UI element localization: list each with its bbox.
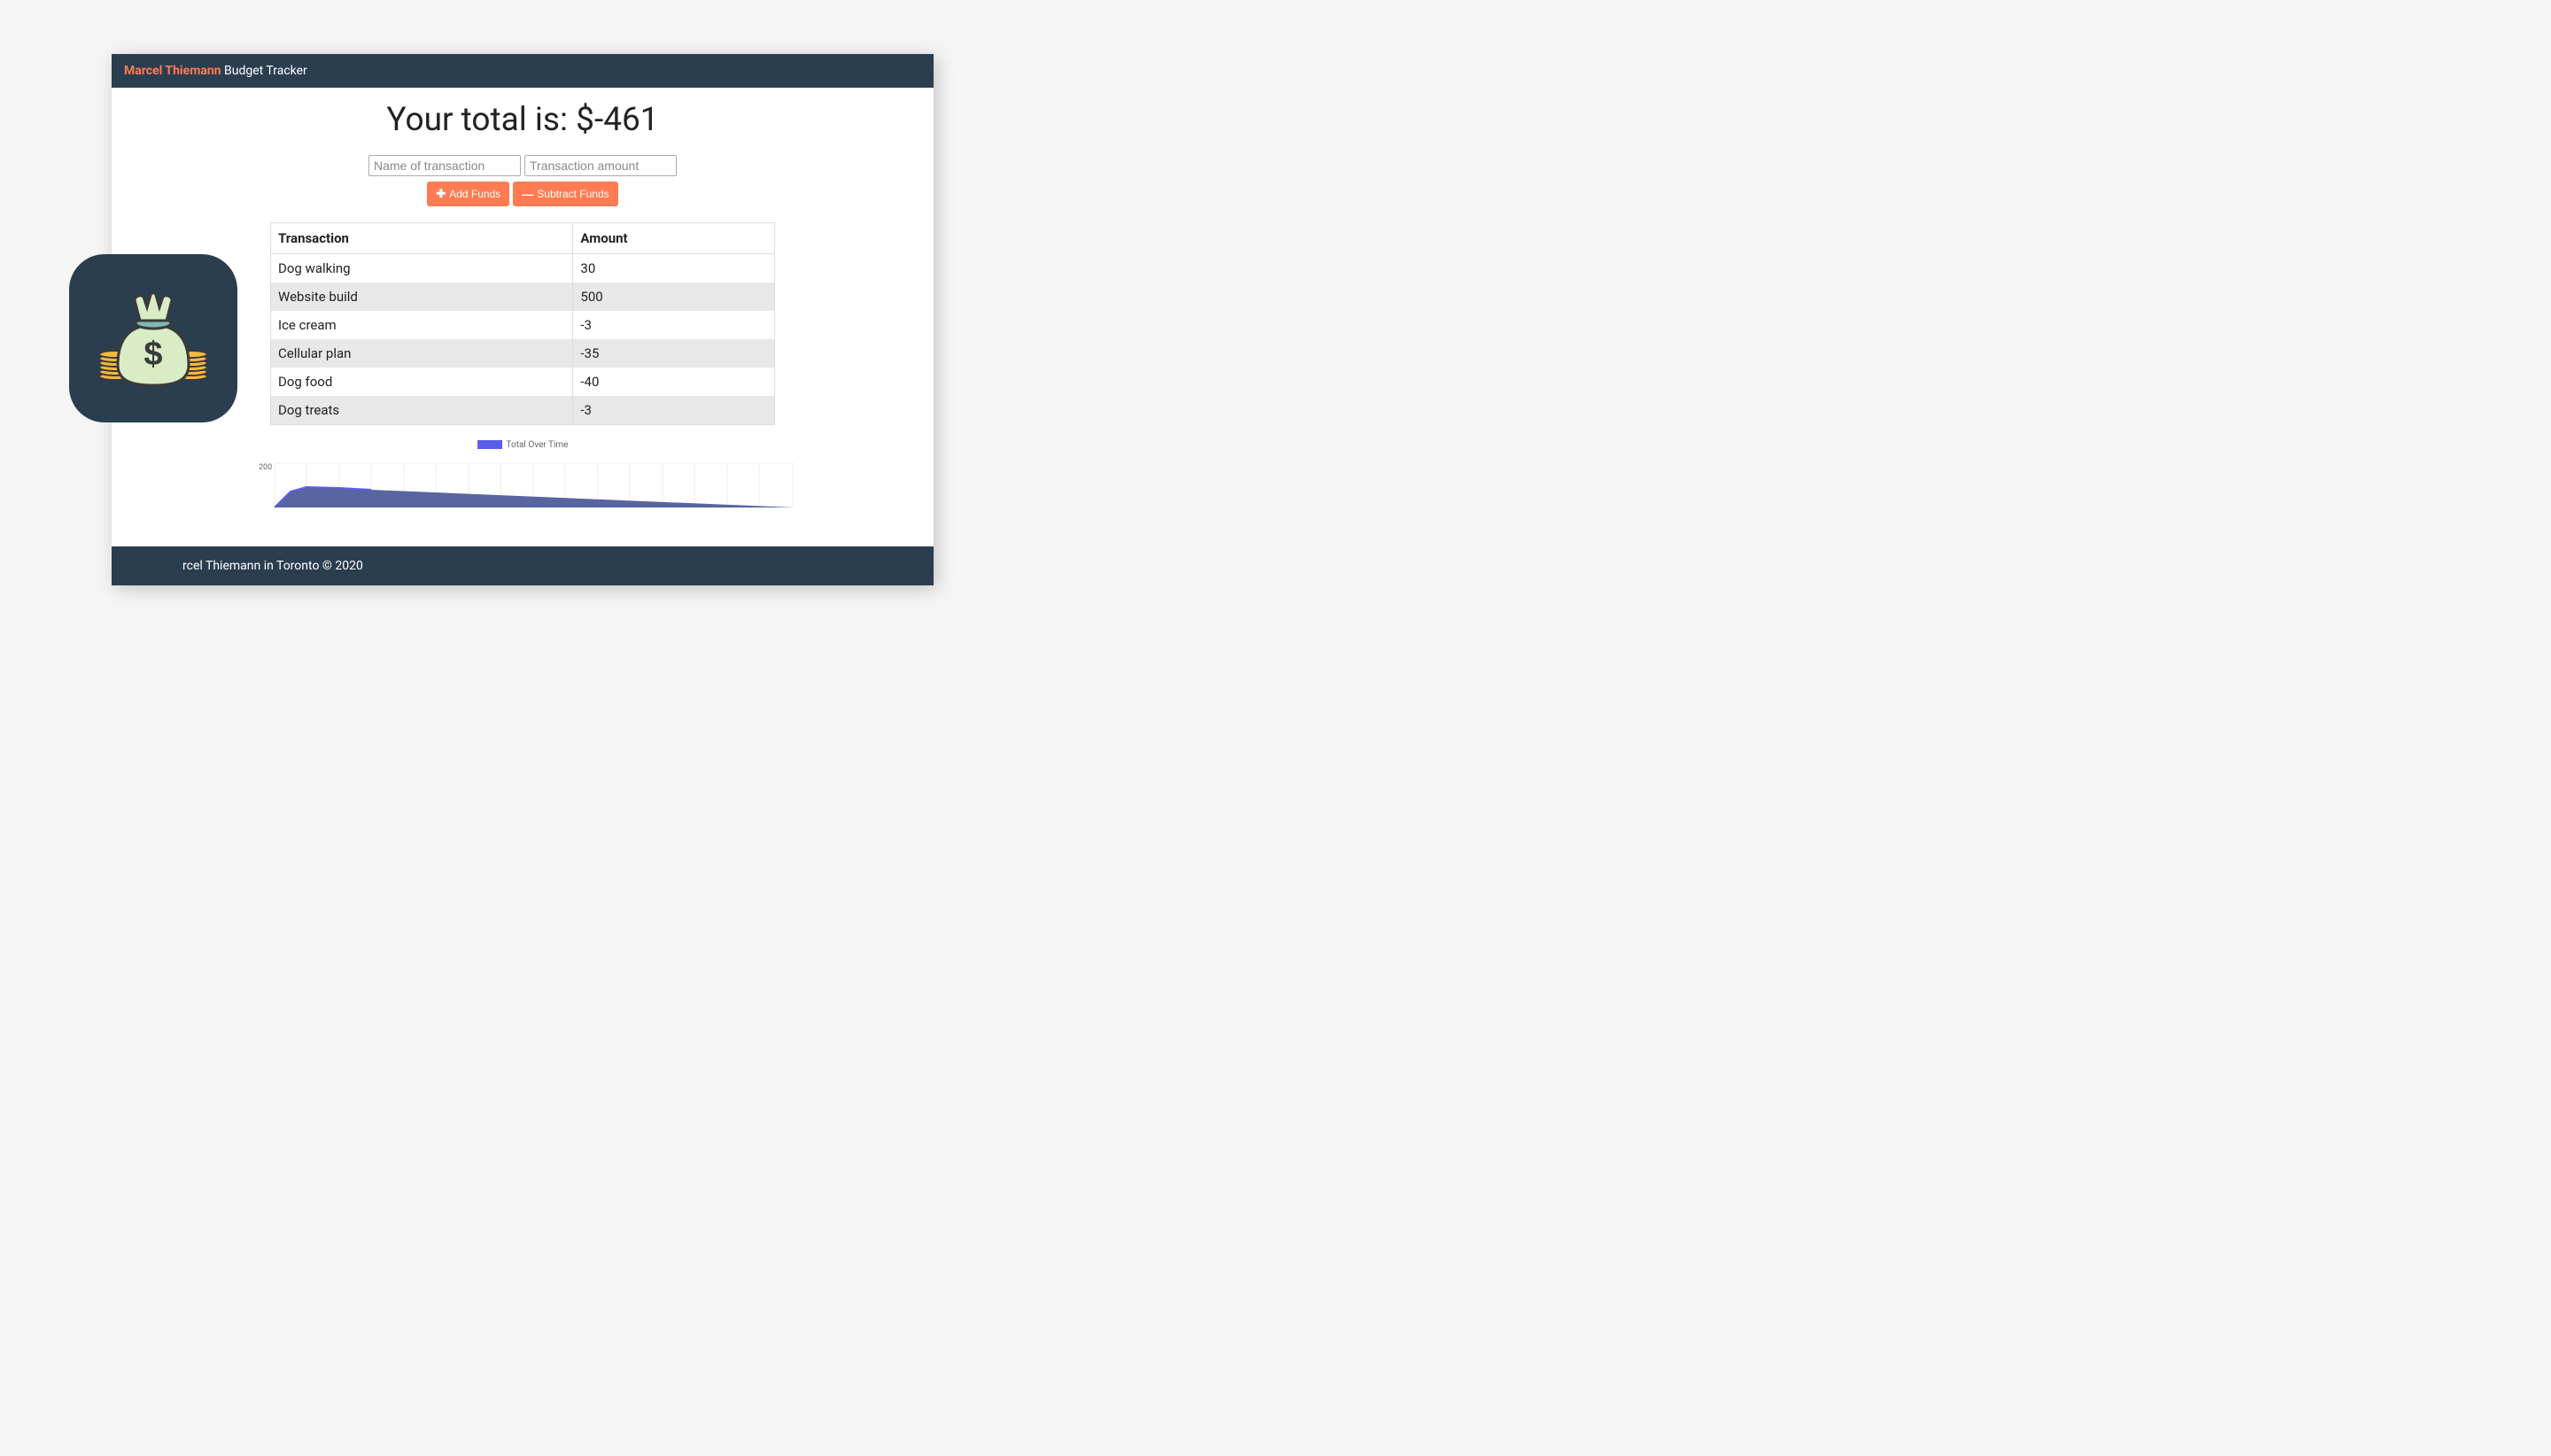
cell-name: Website build bbox=[271, 283, 573, 311]
app-icon: $ bbox=[69, 254, 237, 422]
add-funds-button[interactable]: ✚ Add Funds bbox=[427, 182, 509, 206]
cell-name: Ice cream bbox=[271, 311, 573, 339]
table-row: Dog walking30 bbox=[271, 254, 775, 283]
header-name: Marcel Thiemann bbox=[124, 64, 221, 78]
table-row: Website build500 bbox=[271, 283, 775, 311]
table-row: Cellular plan-35 bbox=[271, 339, 775, 368]
table-row: Dog food-40 bbox=[271, 368, 775, 396]
cell-amount: 30 bbox=[573, 254, 775, 283]
header-bar: Marcel Thiemann Budget Tracker bbox=[112, 54, 934, 88]
chart-area-fill bbox=[275, 487, 793, 507]
cell-name: Cellular plan bbox=[271, 339, 573, 368]
chart-area: Total Over Time 200 bbox=[112, 436, 934, 509]
chart-svg: 200 bbox=[248, 456, 797, 509]
cell-amount: -3 bbox=[573, 396, 775, 425]
transaction-table-container: Transaction Amount Dog walking30Website … bbox=[270, 222, 775, 425]
transaction-name-input[interactable] bbox=[368, 155, 521, 176]
chart-legend: Total Over Time bbox=[477, 440, 569, 450]
cell-amount: -35 bbox=[573, 339, 775, 368]
cell-name: Dog treats bbox=[271, 396, 573, 425]
button-row: ✚ Add Funds — Subtract Funds bbox=[112, 182, 934, 206]
cell-name: Dog walking bbox=[271, 254, 573, 283]
bag-top bbox=[135, 293, 172, 321]
legend-color-box bbox=[477, 440, 502, 449]
table-body: Dog walking30Website build500Ice cream-3… bbox=[271, 254, 775, 425]
dollar-sign-icon: $ bbox=[143, 336, 162, 373]
money-bag-icon: $ bbox=[96, 281, 211, 396]
input-row bbox=[112, 155, 934, 176]
col-transaction: Transaction bbox=[271, 223, 573, 254]
cell-amount: -40 bbox=[573, 368, 775, 396]
transaction-amount-input[interactable] bbox=[524, 155, 677, 176]
cell-amount: -3 bbox=[573, 311, 775, 339]
cell-name: Dog food bbox=[271, 368, 573, 396]
table-row: Ice cream-3 bbox=[271, 311, 775, 339]
transaction-table: Transaction Amount Dog walking30Website … bbox=[270, 222, 775, 425]
footer-text: rcel Thiemann in Toronto © 2020 bbox=[182, 559, 363, 573]
legend-label: Total Over Time bbox=[507, 440, 569, 450]
footer-bar: rcel Thiemann in Toronto © 2020 bbox=[112, 546, 934, 585]
y-axis-tick: 200 bbox=[259, 463, 272, 472]
header-title: Budget Tracker bbox=[224, 64, 307, 78]
page-title: Your total is: $-461 bbox=[112, 101, 934, 139]
plus-icon: ✚ bbox=[436, 187, 446, 201]
col-amount: Amount bbox=[573, 223, 775, 254]
table-row: Dog treats-3 bbox=[271, 396, 775, 425]
cell-amount: 500 bbox=[573, 283, 775, 311]
subtract-funds-button[interactable]: — Subtract Funds bbox=[513, 182, 617, 206]
total-value: -461 bbox=[594, 101, 659, 139]
minus-icon: — bbox=[522, 188, 533, 201]
